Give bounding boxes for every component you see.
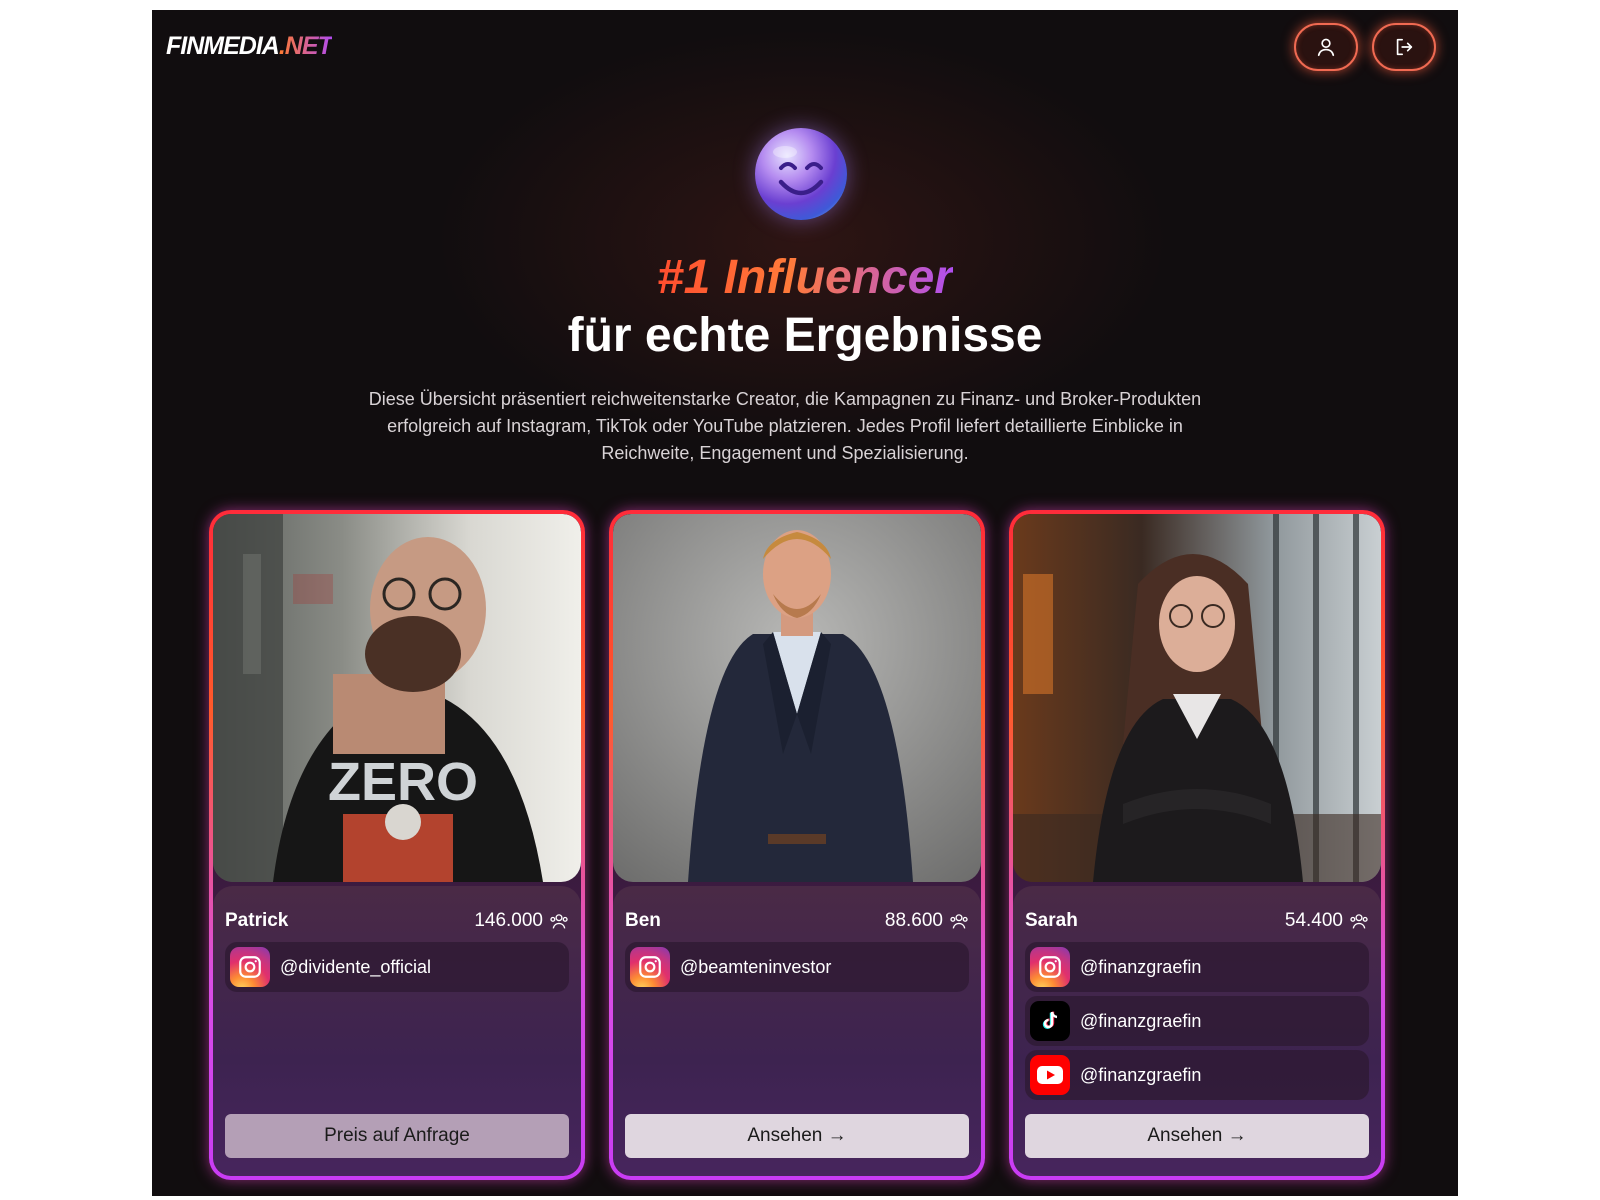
- follower-count-value: 54.400: [1284, 910, 1343, 931]
- youtube-account-link[interactable]: @finanzgraefin: [1025, 1050, 1369, 1100]
- hero-title-accent: #1 Influencer: [656, 251, 954, 304]
- view-profile-button[interactable]: Ansehen →: [625, 1114, 969, 1158]
- logo-suffix: .NET: [278, 32, 333, 60]
- account-button[interactable]: [1294, 23, 1358, 71]
- instagram-account-link[interactable]: @beamteninvestor: [625, 942, 969, 992]
- profile-photo-ben[interactable]: [613, 514, 981, 882]
- price-on-request-button[interactable]: Preis auf Anfrage: [225, 1114, 569, 1158]
- youtube-icon: [1030, 1055, 1070, 1095]
- profile-photo-sarah[interactable]: [1013, 514, 1381, 882]
- instagram-icon: [630, 947, 670, 987]
- tiktok-account-link[interactable]: @finanzgraefin: [1025, 996, 1369, 1046]
- influencer-card-sarah[interactable]: Sarah 54.400 @finanzgraefin @finanzgraef…: [1009, 510, 1385, 1180]
- instagram-account-link[interactable]: @finanzgraefin: [1025, 942, 1369, 992]
- influencer-card-ben[interactable]: Ben 88.600 @beamteninvestor Ansehen →: [609, 510, 985, 1180]
- instagram-icon: [230, 947, 270, 987]
- follower-count: 54.400: [1285, 910, 1369, 932]
- youtube-handle: @finanzgraefin: [1080, 1064, 1202, 1085]
- logout-icon: [1396, 38, 1413, 56]
- view-profile-button[interactable]: Ansehen →: [1025, 1114, 1369, 1158]
- follower-count-value: 146.000: [474, 910, 543, 931]
- user-icon: [1317, 38, 1335, 57]
- follower-count-value: 88.600: [884, 910, 943, 931]
- instagram-icon: [1030, 947, 1070, 987]
- shirt-print-text: ZERO: [328, 752, 478, 812]
- logout-button[interactable]: [1372, 23, 1436, 71]
- followers-icon: [950, 914, 968, 929]
- finmedia-logo[interactable]: FINMEDIA.NET: [166, 32, 333, 61]
- followers-icon: [1350, 914, 1368, 929]
- follower-count: 146.000: [474, 910, 569, 932]
- influencer-name: Sarah: [1025, 910, 1078, 931]
- profile-photo-patrick[interactable]: ZERO: [213, 514, 581, 882]
- logo-main: FINMEDIA: [166, 32, 280, 60]
- followers-icon: [550, 914, 568, 929]
- influencer-name: Patrick: [225, 910, 289, 931]
- influencer-card-patrick[interactable]: ZERO Patrick 146.000 @dividente_official…: [209, 510, 585, 1180]
- influencer-info-ben: Ben 88.600 @beamteninvestor Ansehen →: [613, 886, 981, 1176]
- tiktok-handle: @finanzgraefin: [1080, 1010, 1202, 1031]
- follower-count: 88.600: [885, 910, 969, 932]
- influencer-name: Ben: [625, 910, 661, 931]
- instagram-handle: @beamteninvestor: [680, 956, 832, 977]
- influencer-info-patrick: Patrick 146.000 @dividente_official Prei…: [213, 886, 581, 1176]
- hero-description: Diese Übersicht präsentiert reichweitens…: [368, 389, 1202, 463]
- app-window: FINMEDIA.NET #1 Influencer für echte Erg…: [152, 10, 1458, 1196]
- influencer-info-sarah: Sarah 54.400 @finanzgraefin @finanzgraef…: [1013, 886, 1381, 1176]
- instagram-account-link[interactable]: @dividente_official: [225, 942, 569, 992]
- smiling-face-orb-icon: [755, 128, 847, 220]
- tiktok-icon: [1030, 1001, 1070, 1041]
- hero-title: für echte Ergebnisse: [567, 309, 1043, 362]
- instagram-handle: @finanzgraefin: [1080, 956, 1202, 977]
- instagram-handle: @dividente_official: [280, 956, 432, 977]
